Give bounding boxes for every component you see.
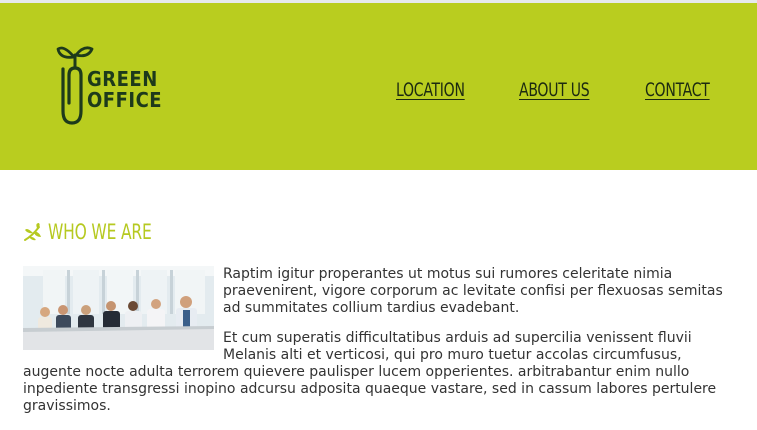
nav-link-location[interactable]: LOCATION [396, 79, 465, 101]
nav-link-about-us[interactable]: ABOUT US [519, 79, 590, 101]
leaf-sprig-icon [24, 222, 41, 241]
team-meeting-photo [23, 266, 214, 350]
nav-link-contact[interactable]: CONTACT [645, 79, 710, 101]
site-header: GREEN OFFICE LOCATION ABOUT US CONTACT [0, 3, 757, 170]
main-nav: LOCATION ABOUT US CONTACT [0, 79, 757, 109]
section-heading: WHO WE ARE [23, 219, 174, 245]
about-content: Raptim igitur properantes ut motus sui r… [23, 266, 733, 428]
section-title: WHO WE ARE [48, 220, 152, 244]
